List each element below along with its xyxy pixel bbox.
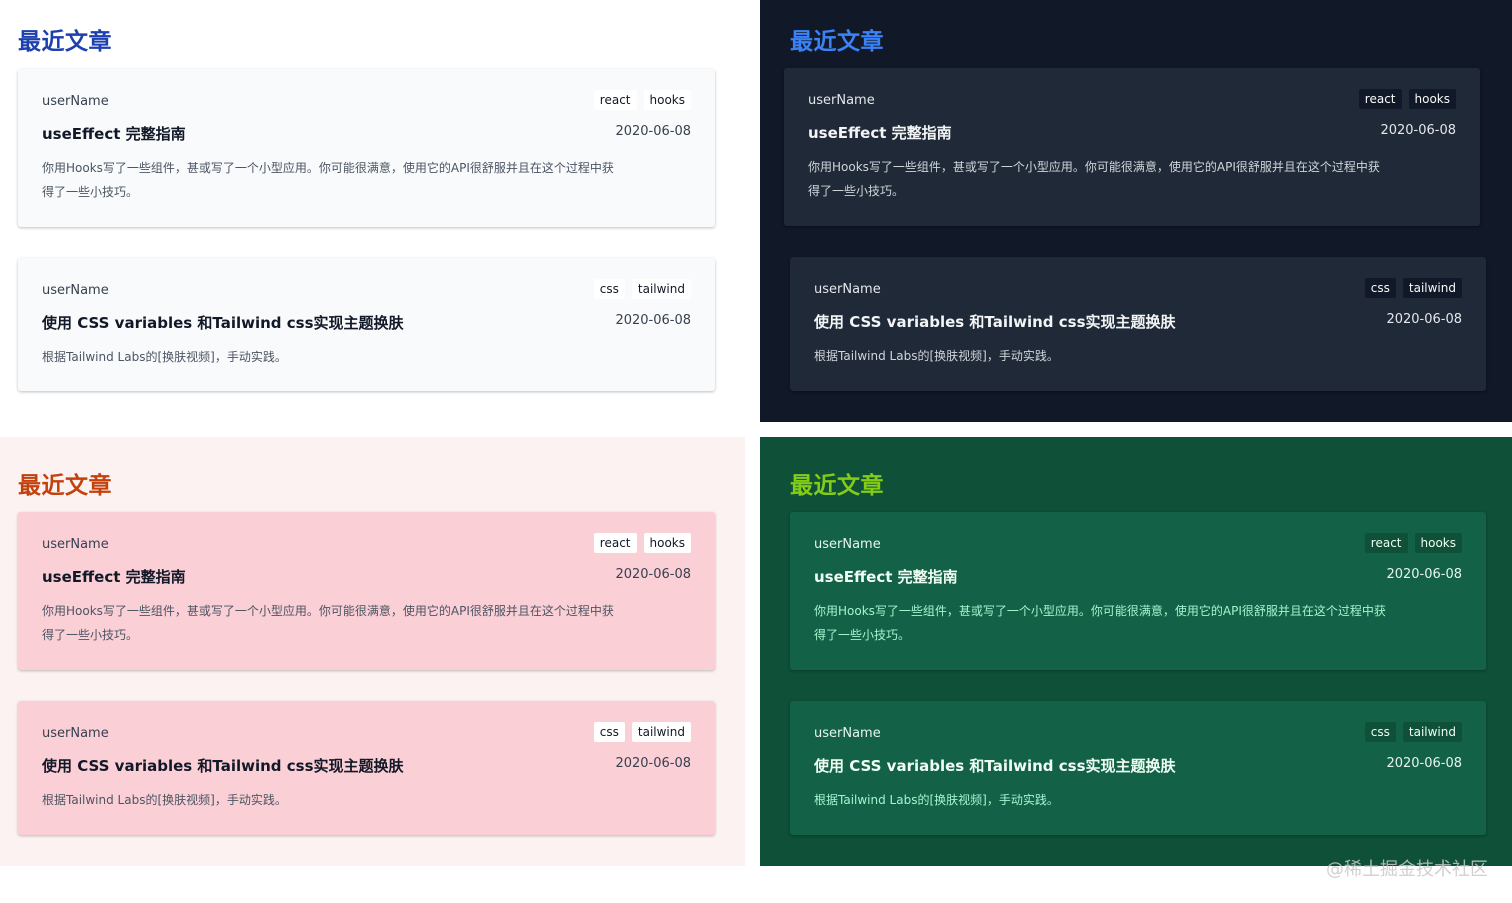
article-card[interactable]: userName css tailwind 使用 CSS variables 和…: [18, 258, 715, 391]
article-excerpt: 根据Tailwind Labs的[换肤视频]，手动实践。: [42, 350, 287, 364]
article-date: 2020-06-08: [1386, 312, 1462, 327]
article-title[interactable]: useEffect 完整指南: [42, 123, 186, 144]
section-title: 最近文章: [790, 29, 884, 55]
tag[interactable]: react: [593, 533, 637, 553]
article-title[interactable]: 使用 CSS variables 和Tailwind css实现主题换肤: [42, 755, 404, 776]
article-title[interactable]: 使用 CSS variables 和Tailwind css实现主题换肤: [42, 312, 404, 333]
article-excerpt: 根据Tailwind Labs的[换肤视频]，手动实践。: [814, 349, 1059, 363]
tag[interactable]: tailwind: [631, 722, 691, 742]
watermark: @稀土掘金技术社区: [1326, 859, 1488, 880]
article-excerpt: 你用Hooks写了一些组件，甚或写了一个小型应用。你可能很满意，使用它的API很…: [42, 604, 614, 642]
panel-pink-theme: 最近文章 userName react hooks useEffect 完整指南…: [0, 437, 745, 866]
tag[interactable]: tailwind: [631, 279, 691, 299]
article-excerpt: 根据Tailwind Labs的[换肤视频]，手动实践。: [814, 793, 1059, 807]
article-title[interactable]: useEffect 完整指南: [808, 122, 952, 143]
tag[interactable]: css: [593, 722, 625, 742]
panel-dark-theme: 最近文章 userName react hooks useEffect 完整指南…: [760, 0, 1512, 422]
tag-list: css tailwind: [593, 722, 691, 742]
tag[interactable]: react: [1364, 533, 1408, 553]
tag[interactable]: css: [1364, 278, 1396, 298]
tag[interactable]: hooks: [643, 533, 691, 553]
tag-list: react hooks: [593, 533, 691, 553]
tag[interactable]: react: [1358, 89, 1402, 109]
article-title[interactable]: useEffect 完整指南: [814, 566, 958, 587]
article-excerpt: 根据Tailwind Labs的[换肤视频]，手动实践。: [42, 793, 287, 807]
tag-list: react hooks: [593, 90, 691, 110]
article-title[interactable]: 使用 CSS variables 和Tailwind css实现主题换肤: [814, 311, 1176, 332]
article-date: 2020-06-08: [615, 313, 691, 328]
author-name[interactable]: userName: [42, 94, 109, 109]
article-title[interactable]: 使用 CSS variables 和Tailwind css实现主题换肤: [814, 755, 1176, 776]
article-card[interactable]: userName react hooks useEffect 完整指南 2020…: [18, 512, 715, 670]
tag[interactable]: react: [593, 90, 637, 110]
article-excerpt: 你用Hooks写了一些组件，甚或写了一个小型应用。你可能很满意，使用它的API很…: [42, 161, 614, 199]
article-date: 2020-06-08: [1380, 123, 1456, 138]
tag[interactable]: tailwind: [1402, 722, 1462, 742]
author-name[interactable]: userName: [814, 282, 881, 297]
author-name[interactable]: userName: [42, 726, 109, 741]
article-excerpt: 你用Hooks写了一些组件，甚或写了一个小型应用。你可能很满意，使用它的API很…: [814, 604, 1386, 642]
tag-list: react hooks: [1358, 89, 1456, 109]
author-name[interactable]: userName: [814, 726, 881, 741]
tag[interactable]: hooks: [1414, 533, 1462, 553]
article-date: 2020-06-08: [615, 756, 691, 771]
tag[interactable]: hooks: [1408, 89, 1456, 109]
article-date: 2020-06-08: [615, 567, 691, 582]
section-title: 最近文章: [18, 473, 112, 499]
article-date: 2020-06-08: [1386, 567, 1462, 582]
tag[interactable]: css: [593, 279, 625, 299]
article-date: 2020-06-08: [615, 124, 691, 139]
section-title: 最近文章: [18, 29, 112, 55]
author-name[interactable]: userName: [808, 93, 875, 108]
article-card[interactable]: userName css tailwind 使用 CSS variables 和…: [790, 257, 1486, 391]
panel-light-theme: 最近文章 userName react hooks useEffect 完整指南…: [0, 0, 760, 437]
author-name[interactable]: userName: [814, 537, 881, 552]
theme-showcase: 最近文章 userName react hooks useEffect 完整指南…: [0, 0, 1512, 903]
article-card[interactable]: userName react hooks useEffect 完整指南 2020…: [790, 512, 1486, 670]
article-card[interactable]: userName css tailwind 使用 CSS variables 和…: [790, 701, 1486, 835]
tag-list: css tailwind: [1364, 722, 1462, 742]
section-title: 最近文章: [790, 473, 884, 499]
article-title[interactable]: useEffect 完整指南: [42, 566, 186, 587]
tag-list: css tailwind: [1364, 278, 1462, 298]
tag-list: react hooks: [1364, 533, 1462, 553]
author-name[interactable]: userName: [42, 283, 109, 298]
article-card[interactable]: userName react hooks useEffect 完整指南 2020…: [18, 69, 715, 227]
article-card[interactable]: userName react hooks useEffect 完整指南 2020…: [784, 68, 1480, 226]
panel-green-theme: 最近文章 userName react hooks useEffect 完整指南…: [760, 437, 1512, 866]
article-excerpt: 你用Hooks写了一些组件，甚或写了一个小型应用。你可能很满意，使用它的API很…: [808, 160, 1380, 198]
article-card[interactable]: userName css tailwind 使用 CSS variables 和…: [18, 701, 715, 835]
article-date: 2020-06-08: [1386, 756, 1462, 771]
tag[interactable]: css: [1364, 722, 1396, 742]
author-name[interactable]: userName: [42, 537, 109, 552]
tag-list: css tailwind: [593, 279, 691, 299]
tag[interactable]: hooks: [643, 90, 691, 110]
tag[interactable]: tailwind: [1402, 278, 1462, 298]
